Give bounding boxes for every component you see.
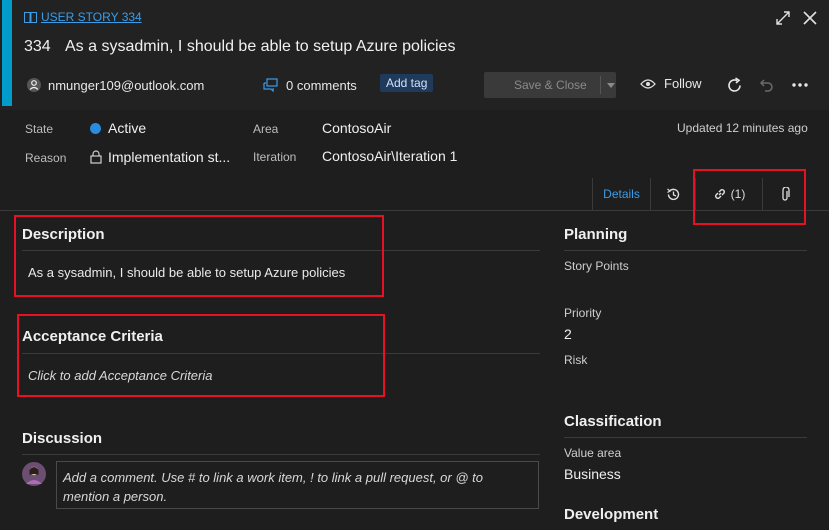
iteration-label: Iteration — [253, 150, 297, 164]
story-points-input[interactable] — [564, 277, 807, 297]
chevron-down-icon[interactable] — [607, 82, 615, 88]
tab-details[interactable]: Details — [592, 178, 650, 210]
highlight-acceptance — [17, 314, 385, 397]
assigned-to-label: nmunger109@outlook.com — [48, 77, 205, 93]
value-area-label: Value area — [564, 446, 622, 460]
state-field[interactable]: Active — [90, 120, 146, 136]
refresh-icon[interactable] — [726, 77, 743, 94]
development-heading: Development — [564, 506, 659, 523]
comment-icon — [263, 78, 278, 92]
lock-icon — [90, 150, 102, 164]
save-close-label: Save & Close — [514, 78, 587, 92]
comments-label: 0 comments — [286, 77, 357, 93]
follow-label: Follow — [664, 76, 702, 91]
priority-label: Priority — [564, 306, 602, 320]
planning-heading: Planning — [564, 226, 628, 243]
planning-divider — [564, 250, 807, 251]
undo-icon[interactable] — [758, 77, 774, 93]
book-icon — [24, 11, 37, 23]
value-area-value[interactable]: Business — [564, 466, 621, 482]
risk-input[interactable] — [564, 371, 807, 391]
more-icon[interactable] — [792, 83, 808, 87]
reason-field: Implementation st... — [90, 149, 230, 165]
comment-input[interactable]: Add a comment. Use # to link a work item… — [56, 461, 539, 509]
avatar — [22, 462, 46, 486]
history-icon — [666, 188, 679, 200]
save-close-separator — [600, 76, 601, 94]
reason-label: Reason — [25, 151, 67, 165]
area-value[interactable]: ContosoAir — [322, 120, 391, 136]
state-label: State — [25, 122, 54, 136]
add-tag-button[interactable]: Add tag — [380, 74, 434, 92]
highlight-links-attachments — [693, 169, 806, 225]
work-item-header: USER STORY 334 334 As a sysadmin, I shou… — [0, 0, 829, 110]
story-points-label: Story Points — [564, 259, 629, 273]
iteration-value[interactable]: ContosoAir\Iteration 1 — [322, 148, 457, 164]
work-item-id: 334 — [24, 38, 51, 55]
discussion-divider — [22, 454, 540, 455]
work-item-color-bar — [2, 0, 12, 106]
highlight-description — [14, 215, 384, 297]
user-icon — [27, 78, 41, 92]
state-indicator — [90, 122, 101, 134]
classification-heading: Classification — [564, 413, 662, 430]
close-icon[interactable] — [803, 11, 817, 25]
work-item-title[interactable]: As a sysadmin, I should be able to setup… — [65, 38, 455, 56]
comments-count[interactable]: 0 comments — [263, 74, 357, 96]
updated-timestamp: Updated 12 minutes ago — [677, 121, 808, 135]
reason-value: Implementation st... — [108, 149, 231, 165]
priority-value[interactable]: 2 — [564, 326, 572, 342]
discussion-heading: Discussion — [22, 430, 103, 447]
work-item-type-link[interactable]: USER STORY 334 — [24, 10, 142, 24]
eye-icon — [640, 78, 656, 89]
tab-history[interactable] — [650, 178, 695, 210]
classification-divider — [564, 437, 807, 438]
state-value: Active — [108, 120, 147, 136]
assigned-to[interactable]: nmunger109@outlook.com — [26, 74, 204, 96]
risk-label: Risk — [564, 353, 588, 367]
follow-button[interactable]: Follow — [640, 76, 702, 91]
work-item-type-label: USER STORY 334 — [41, 10, 142, 24]
area-label: Area — [253, 122, 279, 136]
save-close-button[interactable]: Save & Close — [484, 72, 616, 98]
expand-icon[interactable] — [776, 11, 790, 25]
